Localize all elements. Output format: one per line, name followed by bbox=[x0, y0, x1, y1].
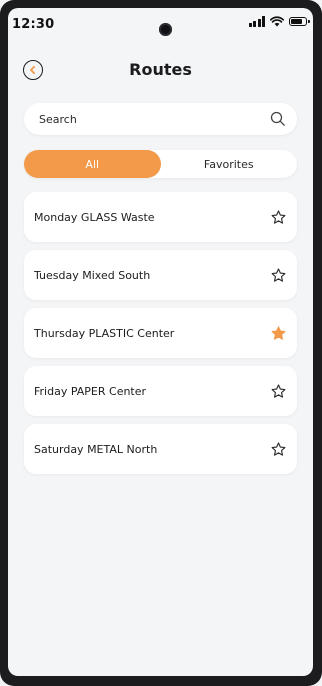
battery-icon bbox=[289, 17, 310, 26]
status-time: 12:30 bbox=[12, 17, 55, 32]
app-screen: 12:30 Routes Search All Favorites Monday… bbox=[8, 8, 313, 676]
tab-all[interactable]: All bbox=[24, 150, 161, 178]
route-item[interactable]: Monday GLASS Waste bbox=[24, 192, 297, 242]
route-name: Tuesday Mixed South bbox=[34, 268, 151, 282]
header: Routes bbox=[8, 56, 313, 86]
route-item[interactable]: Saturday METAL North bbox=[24, 424, 297, 474]
tab-favorites[interactable]: Favorites bbox=[161, 150, 298, 178]
route-name: Saturday METAL North bbox=[34, 442, 158, 456]
filter-tabs: All Favorites bbox=[24, 150, 297, 178]
status-bar: 12:30 bbox=[8, 8, 313, 42]
route-item[interactable]: Tuesday Mixed South bbox=[24, 250, 297, 300]
route-item[interactable]: Thursday PLASTIC Center bbox=[24, 308, 297, 358]
star-outline-icon[interactable] bbox=[269, 440, 287, 458]
star-filled-icon[interactable] bbox=[269, 324, 287, 342]
star-outline-icon[interactable] bbox=[269, 382, 287, 400]
star-outline-icon[interactable] bbox=[269, 208, 287, 226]
status-icons bbox=[248, 16, 310, 27]
route-name: Friday PAPER Center bbox=[34, 384, 147, 398]
route-name: Monday GLASS Waste bbox=[34, 210, 155, 224]
page-title: Routes bbox=[129, 60, 192, 79]
route-item[interactable]: Friday PAPER Center bbox=[24, 366, 297, 416]
cellular-signal-icon bbox=[248, 16, 265, 27]
search-icon[interactable] bbox=[269, 110, 287, 128]
route-name: Thursday PLASTIC Center bbox=[34, 326, 175, 340]
star-outline-icon[interactable] bbox=[269, 266, 287, 284]
search-bar[interactable] bbox=[24, 102, 297, 136]
route-list: Monday GLASS Waste Tuesday Mixed South T… bbox=[24, 192, 297, 474]
search-input[interactable] bbox=[37, 102, 269, 136]
front-camera bbox=[159, 23, 172, 36]
wifi-icon bbox=[270, 16, 284, 27]
phone-frame: 12:30 Routes Search All Favorites Monday… bbox=[0, 0, 322, 686]
